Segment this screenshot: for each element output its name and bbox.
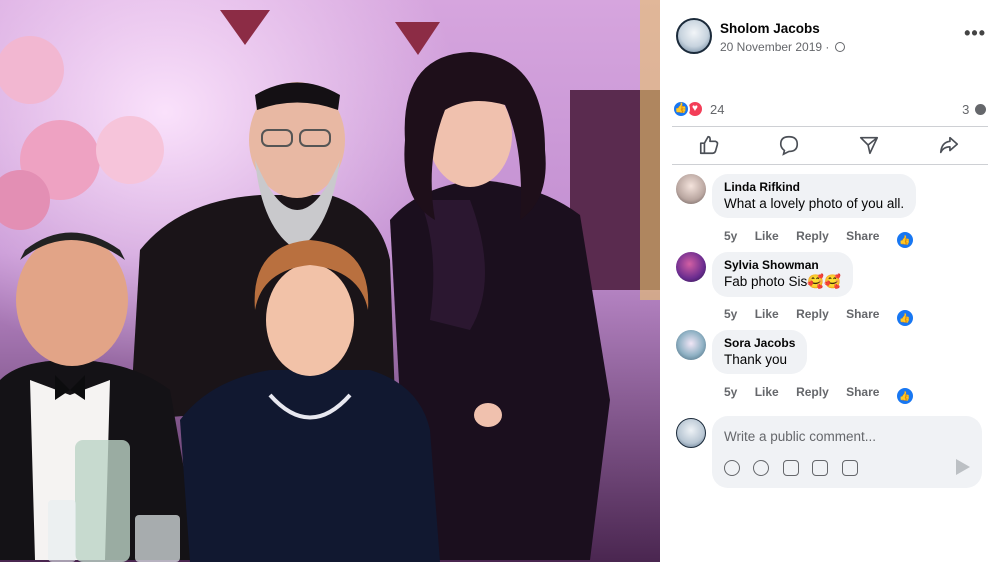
divider (672, 126, 988, 127)
comment-input[interactable] (724, 425, 964, 447)
event-photo-illustration (0, 0, 660, 562)
comment-like-link[interactable]: Like (755, 229, 779, 243)
globe-icon (834, 42, 845, 52)
comment-text: What a lovely photo of you all. (724, 196, 905, 211)
commenter-name[interactable]: Sora Jacobs (724, 336, 795, 350)
comment-bubble-icon (779, 135, 799, 156)
share-button[interactable] (938, 134, 962, 158)
current-user-avatar[interactable] (676, 418, 706, 448)
reaction-count[interactable]: 24 (710, 102, 724, 117)
post-header: Sholom Jacobs 20 November 2019 · ••• (676, 18, 996, 62)
avatar-sticker-icon[interactable] (724, 460, 740, 476)
commenter-avatar[interactable] (676, 174, 706, 204)
commenter-name[interactable]: Linda Rifkind (724, 180, 904, 194)
camera-icon[interactable] (782, 460, 799, 476)
comment-share-link[interactable]: Share (846, 229, 879, 243)
comment-count-icon (975, 104, 986, 115)
post-photo[interactable] (0, 0, 660, 562)
comment-like-link[interactable]: Like (755, 385, 779, 399)
send-button[interactable] (858, 134, 882, 158)
comment-share-link[interactable]: Share (846, 307, 879, 321)
post-date-text: 20 November 2019 · (720, 40, 830, 54)
comment-composer (676, 416, 996, 492)
reactions-summary[interactable]: 👍 ♥ 24 3 (672, 100, 992, 120)
divider (672, 164, 988, 165)
comment-like-reaction-icon[interactable]: 👍 (896, 388, 913, 404)
comment-share-link[interactable]: Share (846, 385, 879, 399)
send-icon (859, 136, 879, 155)
gif-icon[interactable] (812, 460, 829, 476)
action-bar (672, 132, 988, 160)
comment-button[interactable] (778, 134, 802, 158)
comment-input-box[interactable] (712, 416, 982, 488)
comment-time[interactable]: 5y (724, 385, 737, 399)
post-panel: Sholom Jacobs 20 November 2019 · ••• 👍 ♥… (660, 0, 1000, 562)
author-avatar[interactable] (676, 18, 712, 54)
comment-bubble: Linda Rifkind What a lovely photo of you… (712, 174, 917, 218)
thumbs-up-icon (699, 135, 719, 155)
comment-reply-link[interactable]: Reply (796, 229, 829, 243)
share-icon (939, 136, 959, 154)
emoji-icon[interactable] (753, 460, 770, 476)
post-date[interactable]: 20 November 2019 · (720, 40, 845, 54)
author-name[interactable]: Sholom Jacobs (720, 21, 820, 36)
comment-text: Fab photo Sis🥰🥰 (724, 274, 841, 289)
comment-time[interactable]: 5y (724, 307, 737, 321)
comment-meta: 5y Like Reply Share 👍 (724, 307, 927, 326)
comment-count-value: 3 (962, 102, 970, 117)
comment-like-reaction-icon[interactable]: 👍 (896, 232, 913, 248)
comment-like-reaction-icon[interactable]: 👍 (896, 310, 913, 326)
comment-reply-link[interactable]: Reply (796, 385, 829, 399)
comment-reply-link[interactable]: Reply (796, 307, 829, 321)
like-button[interactable] (698, 134, 722, 158)
comment-meta: 5y Like Reply Share 👍 (724, 385, 927, 404)
comment-bubble: Sora Jacobs Thank you (712, 330, 808, 374)
send-comment-icon[interactable] (956, 459, 970, 475)
sticker-icon[interactable] (841, 460, 858, 476)
comment-count[interactable]: 3 (962, 102, 986, 117)
comment-like-link[interactable]: Like (755, 307, 779, 321)
like-reaction-icon: 👍 (672, 100, 690, 118)
comment-bubble: Sylvia Showman Fab photo Sis🥰🥰 (712, 252, 853, 297)
composer-tools (724, 460, 867, 476)
commenter-name[interactable]: Sylvia Showman (724, 258, 841, 272)
comment-text: Thank you (724, 352, 788, 367)
commenter-avatar[interactable] (676, 252, 706, 282)
comment-meta: 5y Like Reply Share 👍 (724, 229, 927, 248)
comment-time[interactable]: 5y (724, 229, 737, 243)
commenter-avatar[interactable] (676, 330, 706, 360)
more-options-button[interactable]: ••• (964, 23, 986, 44)
